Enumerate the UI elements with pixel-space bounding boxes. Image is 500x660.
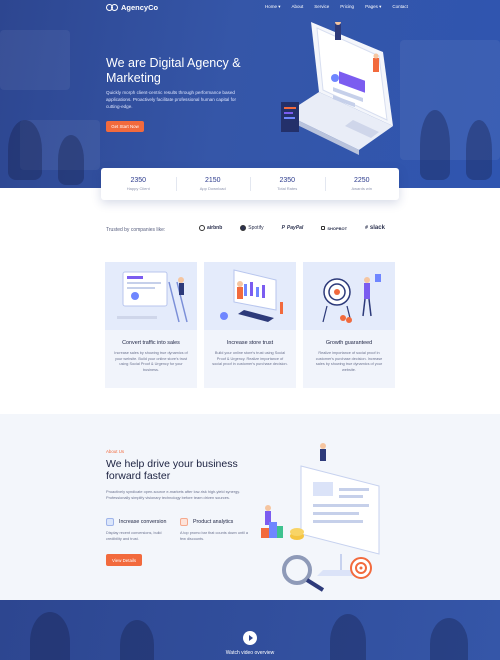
- hero-section: AgencyCo Home ▾ About Service Pricing Pa…: [0, 0, 500, 188]
- stat-label: Total Rates: [277, 186, 298, 191]
- background-person: [8, 120, 42, 180]
- stat-awards: 2250 Awards win: [324, 168, 400, 200]
- stat-happy-client: 2350 Happy Client: [101, 168, 176, 200]
- feature-text: Realize importance of social proof in cu…: [315, 351, 383, 372]
- logo[interactable]: AgencyCo: [106, 3, 158, 12]
- stat-value: 2250: [353, 177, 370, 184]
- shopbot-icon: [321, 226, 326, 230]
- nav-item-pricing[interactable]: Pricing: [340, 4, 354, 10]
- nav-item-about[interactable]: About: [292, 4, 304, 10]
- background-person: [58, 135, 84, 185]
- brand-name: PayPal: [286, 225, 304, 231]
- stat-total-rates: 2350 Total Rates: [250, 168, 325, 200]
- analytics-illustration: [261, 443, 380, 592]
- view-details-button[interactable]: View Details: [106, 554, 142, 566]
- stat-value: 2150: [204, 177, 221, 184]
- nav-item-home[interactable]: Home ▾: [265, 4, 281, 10]
- stat-value: 2350: [130, 177, 147, 184]
- feature-title: Growth guaranteed: [325, 340, 373, 346]
- slack-icon: #: [365, 225, 368, 231]
- feature-card: Growth guaranteed Realize importance of …: [303, 262, 395, 388]
- paypal-icon: P: [281, 225, 285, 231]
- trusted-label: Trusted by companies like:: [106, 227, 166, 233]
- background-person: [466, 120, 492, 180]
- feature-title: Increase store trust: [226, 340, 274, 346]
- brand-slack: # slack: [365, 225, 385, 231]
- brand-name: SHOPBOT: [327, 225, 348, 231]
- nav-menu: Home ▾ About Service Pricing Pages ▾ Con…: [265, 4, 408, 10]
- dashboard-illustration: [204, 262, 296, 330]
- stat-label: App Download: [199, 186, 226, 191]
- hero-title: We are Digital Agency & Marketing: [106, 56, 241, 85]
- feature-title: Convert traffic into sales: [122, 340, 180, 346]
- laptop-illustration: [281, 22, 393, 155]
- brand-airbnb: airbnb: [199, 225, 222, 231]
- feature-text: Increase sales by showing true dynamics …: [114, 351, 188, 372]
- play-icon: [248, 635, 253, 641]
- about-title: We help drive your business forward fast…: [106, 458, 238, 482]
- feature-text: Build your online store's trust using So…: [212, 351, 288, 367]
- brand-name: slack: [369, 225, 385, 231]
- stat-value: 2350: [279, 177, 296, 184]
- nav-item-contact[interactable]: Contact: [392, 4, 408, 10]
- about-feature-text: A top promo bar that counts down until a…: [180, 531, 248, 541]
- target-illustration: [303, 262, 395, 330]
- sales-illustration: [105, 262, 197, 330]
- brand-shopbot: SHOPBOT: [321, 226, 347, 231]
- about-eyebrow: About Us: [106, 449, 125, 454]
- about-feature-title: Product analytics: [193, 519, 234, 525]
- about-section: About Us We help drive your business for…: [0, 414, 500, 600]
- nav-item-pages[interactable]: Pages ▾: [365, 4, 381, 10]
- hero-description: Quickly morph client-centric results thr…: [106, 90, 236, 109]
- stat-label: Awards win: [351, 186, 372, 191]
- logo-icon: [106, 4, 118, 11]
- brand-logos: airbnb Spotify P PayPal SHOPBOT # slack: [199, 225, 385, 231]
- logo-text: AgencyCo: [121, 3, 159, 12]
- feature-card: Increase store trust Build your online s…: [204, 262, 296, 388]
- about-feature-title: Increase conversion: [119, 519, 167, 525]
- play-video-button[interactable]: [243, 631, 257, 645]
- stat-label: Happy Client: [126, 186, 150, 191]
- about-body: Proactively syndicate open-source e-mark…: [106, 489, 240, 500]
- airbnb-icon: [199, 225, 205, 231]
- stat-app-download: 2150 App Download: [175, 168, 251, 200]
- feature-card: Convert traffic into sales Increase sale…: [105, 262, 197, 388]
- background-photo: [0, 30, 70, 90]
- brand-paypal: P PayPal: [282, 225, 304, 231]
- analytics-icon: [180, 518, 188, 526]
- conversion-icon: [106, 518, 114, 526]
- brand-name: airbnb: [207, 225, 223, 231]
- get-started-button[interactable]: Get Start Now: [106, 121, 144, 132]
- top-nav: AgencyCo Home ▾ About Service Pricing Pa…: [0, 0, 500, 14]
- stats-bar: 2350 Happy Client 2150 App Download 2350…: [101, 168, 399, 200]
- spotify-icon: [240, 225, 247, 231]
- nav-item-service[interactable]: Service: [314, 4, 329, 10]
- brand-spotify: Spotify: [240, 225, 264, 231]
- video-label: Watch video overview: [225, 650, 275, 656]
- brand-name: Spotify: [248, 225, 264, 231]
- about-feature-text: Display recent conversions, build credib…: [106, 531, 162, 541]
- background-person: [420, 110, 450, 180]
